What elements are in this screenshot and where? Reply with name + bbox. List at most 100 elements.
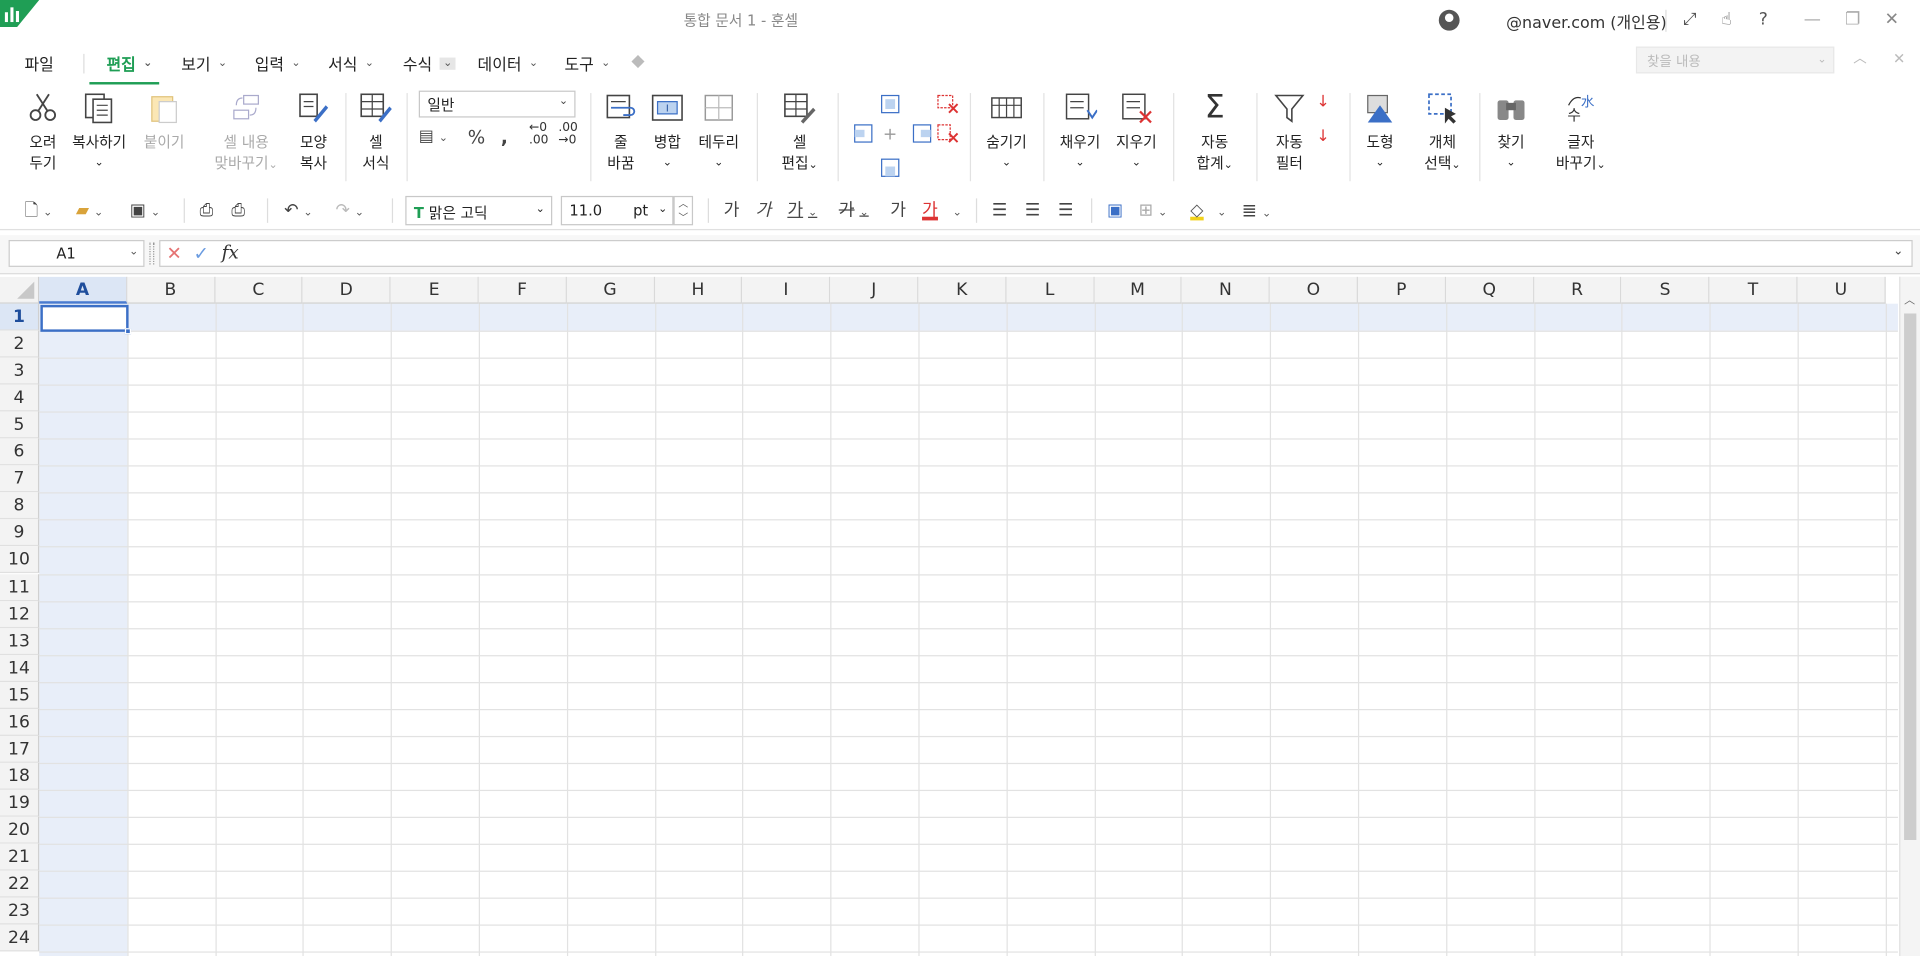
line-style-icon[interactable]: ≣ ⌄ (1242, 198, 1272, 222)
insert-row-above-icon[interactable] (879, 93, 901, 115)
insert-row-below-icon[interactable] (879, 157, 901, 179)
row-header-6[interactable]: 6 (0, 438, 40, 466)
insert-column-left-icon[interactable] (852, 122, 874, 144)
scroll-up-icon[interactable]: ︿ (1904, 291, 1915, 307)
align-center-icon[interactable]: ☰ (1025, 198, 1040, 222)
touch-mode-icon[interactable]: ☝ (1714, 7, 1738, 31)
paste-button[interactable]: 붙이기 (142, 91, 186, 153)
row-header-16[interactable]: 16 (0, 708, 40, 736)
print-icon[interactable]: ⎙ (200, 198, 214, 222)
clear-button[interactable]: 지우기 ⌄ (1114, 91, 1158, 174)
chevron-down-icon[interactable]: ⌄ (1810, 48, 1834, 72)
strikethrough-button[interactable]: 가 ⌄ (839, 198, 869, 222)
replace-button[interactable]: 수水 글자 바꾸기⌄ (1553, 91, 1609, 177)
spreadsheet-grid[interactable]: A B C D E F G H I J K L M N O P Q R S T U 1 2 3 4 5 6 7 8 9 10 11 12 13 14… (0, 276, 1898, 956)
menu-tab-view[interactable]: 보기 ⌄ (181, 51, 227, 74)
column-header-p[interactable]: P (1357, 276, 1446, 304)
column-header-m[interactable]: M (1094, 276, 1183, 304)
row-header-9[interactable]: 9 (0, 519, 40, 547)
border-button[interactable]: 테두리 ⌄ (696, 91, 743, 174)
scrollbar-thumb[interactable] (1904, 313, 1917, 841)
column-header-e[interactable]: E (390, 276, 479, 304)
row-header-10[interactable]: 10 (0, 546, 40, 574)
font-color-button[interactable]: 가 (922, 198, 938, 221)
splitter-handle[interactable] (149, 242, 155, 265)
align-left-icon[interactable]: ☰ (992, 198, 1007, 222)
menu-file[interactable]: 파일 (24, 51, 53, 74)
select-object-button[interactable]: 개체 선택⌄ (1418, 91, 1467, 177)
minimize-icon[interactable]: — (1800, 7, 1824, 31)
comma-format-icon[interactable]: , (501, 125, 508, 149)
cell-edit-button[interactable]: 셀 편집⌄ (781, 91, 818, 177)
row-header-7[interactable]: 7 (0, 465, 40, 493)
column-header-b[interactable]: B (127, 276, 216, 304)
delete-row-icon[interactable] (937, 93, 959, 115)
column-header-j[interactable]: J (830, 276, 919, 304)
column-header-u[interactable]: U (1797, 276, 1886, 304)
close-search-icon[interactable]: ✕ (1887, 47, 1911, 71)
transpose-button[interactable]: 셀 내용 맞바꾸기⌄ (211, 91, 282, 177)
help-icon[interactable]: ? (1751, 7, 1775, 31)
font-size-stepper[interactable]: ︿ ﹀ (673, 195, 694, 226)
row-header-15[interactable]: 15 (0, 681, 40, 709)
row-header-19[interactable]: 19 (0, 789, 40, 817)
menu-tab-formula[interactable]: 수식 ⌄ (403, 51, 457, 75)
shape-button[interactable]: 도형 ⌄ (1362, 91, 1399, 174)
menu-tab-edit[interactable]: 편집 ⌄ (89, 51, 161, 85)
insert-function-icon[interactable]: fx (222, 241, 239, 263)
superscript-button[interactable]: 가 (890, 198, 906, 222)
row-header-8[interactable]: 8 (0, 492, 40, 520)
chevron-up-icon[interactable]: ︿ (675, 197, 692, 210)
delete-column-icon[interactable] (937, 122, 959, 144)
underline-button[interactable]: 가 ⌄ (787, 198, 817, 222)
row-header-21[interactable]: 21 (0, 843, 40, 871)
redo-icon[interactable]: ↷ ⌄ (336, 198, 365, 222)
cell-border-icon[interactable]: ⊞ ⌄ (1139, 198, 1168, 222)
select-all-button[interactable] (0, 276, 40, 304)
hide-button[interactable]: 숨기기 ⌄ (984, 91, 1028, 174)
formula-input[interactable] (159, 240, 1913, 267)
find-input[interactable]: 찾을 내용 (1635, 46, 1835, 74)
menu-tab-format[interactable]: 서식 ⌄ (328, 51, 374, 74)
print-preview-icon[interactable]: ⎙ (231, 198, 245, 222)
row-header-18[interactable]: 18 (0, 762, 40, 790)
row-header-22[interactable]: 22 (0, 870, 40, 898)
increase-decimal-icon[interactable]: ←0.00 (529, 122, 548, 146)
row-header-3[interactable]: 3 (0, 357, 40, 385)
fill-button[interactable]: 채우기 ⌄ (1058, 91, 1102, 174)
vertical-scrollbar[interactable]: ︿ (1899, 276, 1920, 956)
name-box[interactable]: A1 ⌄ (8, 240, 145, 267)
find-button[interactable]: 찾기 ⌄ (1494, 91, 1528, 174)
column-header-s[interactable]: S (1621, 276, 1710, 304)
row-header-24[interactable]: 24 (0, 924, 40, 952)
column-header-a[interactable]: A (39, 276, 128, 304)
insert-column-right-icon[interactable] (911, 122, 933, 144)
column-header-k[interactable]: K (918, 276, 1007, 304)
currency-format-icon[interactable]: ▤ ⌄ (419, 125, 448, 149)
row-header-11[interactable]: 11 (0, 573, 40, 601)
merge-center-icon[interactable]: ▣ (1107, 198, 1123, 222)
fill-handle[interactable] (124, 328, 132, 335)
menu-tab-input[interactable]: 입력 ⌄ (255, 51, 301, 74)
cut-button[interactable]: 오려 두기 (22, 91, 64, 174)
row-header-5[interactable]: 5 (0, 411, 40, 439)
autofilter-button[interactable]: 자동 필터 (1271, 91, 1308, 174)
column-header-h[interactable]: H (654, 276, 743, 304)
row-header-13[interactable]: 13 (0, 627, 40, 655)
column-header-r[interactable]: R (1533, 276, 1622, 304)
active-cell[interactable] (40, 304, 129, 332)
shapes-icon[interactable]: ◆ (626, 49, 650, 73)
undo-icon[interactable]: ↶ ⌄ (284, 198, 313, 222)
row-header-4[interactable]: 4 (0, 384, 40, 412)
row-header-1[interactable]: 1 (0, 303, 40, 331)
row-header-17[interactable]: 17 (0, 735, 40, 763)
column-header-i[interactable]: I (742, 276, 831, 304)
save-icon[interactable]: ▣ ⌄ (130, 198, 160, 222)
column-header-t[interactable]: T (1709, 276, 1798, 304)
chevron-down-icon[interactable]: ﹀ (675, 211, 692, 224)
column-header-c[interactable]: C (215, 276, 303, 304)
sort-ascending-icon[interactable]: ↓ (1316, 91, 1329, 115)
bold-button[interactable]: 가 (724, 198, 740, 222)
cancel-entry-icon[interactable]: ✕ (167, 242, 182, 264)
font-family-select[interactable]: T 맑은 고딕 ⌄ (405, 195, 553, 226)
